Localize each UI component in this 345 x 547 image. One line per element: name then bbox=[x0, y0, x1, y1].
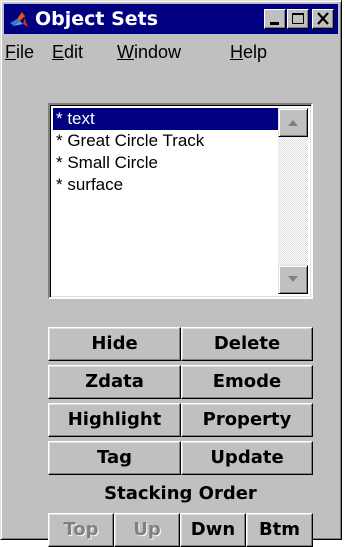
update-button[interactable]: Update bbox=[181, 441, 313, 475]
list-item[interactable]: * surface bbox=[53, 174, 278, 196]
object-listbox[interactable]: * text * Great Circle Track * Small Circ… bbox=[48, 103, 313, 299]
list-item[interactable]: * Small Circle bbox=[53, 152, 278, 174]
property-button[interactable]: Property bbox=[181, 403, 313, 437]
list-item[interactable]: * text bbox=[53, 108, 278, 130]
zdata-button[interactable]: Zdata bbox=[48, 365, 181, 399]
hide-button[interactable]: Hide bbox=[48, 327, 181, 361]
scroll-down-arrow-icon bbox=[288, 276, 298, 282]
close-icon bbox=[317, 12, 329, 25]
scroll-up-button[interactable] bbox=[278, 108, 308, 137]
list-item[interactable]: * Great Circle Track bbox=[53, 130, 278, 152]
menu-edit[interactable]: Edit bbox=[52, 41, 83, 63]
delete-button[interactable]: Delete bbox=[181, 327, 313, 361]
stacking-order-label: Stacking Order bbox=[104, 483, 257, 504]
tag-button[interactable]: Tag bbox=[48, 441, 181, 475]
close-button[interactable] bbox=[312, 9, 334, 29]
stack-bottom-button[interactable]: Btm bbox=[246, 513, 313, 547]
stack-up-button[interactable]: Up bbox=[114, 513, 180, 547]
scroll-down-button[interactable] bbox=[278, 265, 308, 294]
object-sets-window: Object Sets File Edit Window Help * text… bbox=[0, 0, 342, 547]
minimize-button[interactable] bbox=[264, 9, 286, 29]
menu-bar: File Edit Window Help bbox=[4, 37, 338, 65]
maximize-icon bbox=[292, 13, 304, 24]
menu-file[interactable]: File bbox=[5, 41, 34, 63]
maximize-button[interactable] bbox=[287, 9, 309, 29]
vertical-scrollbar[interactable] bbox=[278, 108, 308, 294]
menu-window[interactable]: Window bbox=[117, 41, 181, 63]
matlab-logo-icon bbox=[10, 12, 28, 27]
object-list: * text * Great Circle Track * Small Circ… bbox=[53, 108, 278, 196]
menu-help[interactable]: Help bbox=[230, 41, 267, 63]
stack-top-button[interactable]: Top bbox=[48, 513, 114, 547]
minimize-icon bbox=[270, 22, 279, 25]
title-bar[interactable]: Object Sets bbox=[4, 4, 338, 34]
highlight-button[interactable]: Highlight bbox=[48, 403, 181, 437]
scroll-up-arrow-icon bbox=[288, 120, 298, 126]
window-title: Object Sets bbox=[35, 8, 159, 30]
stack-down-button[interactable]: Dwn bbox=[180, 513, 246, 547]
emode-button[interactable]: Emode bbox=[181, 365, 313, 399]
